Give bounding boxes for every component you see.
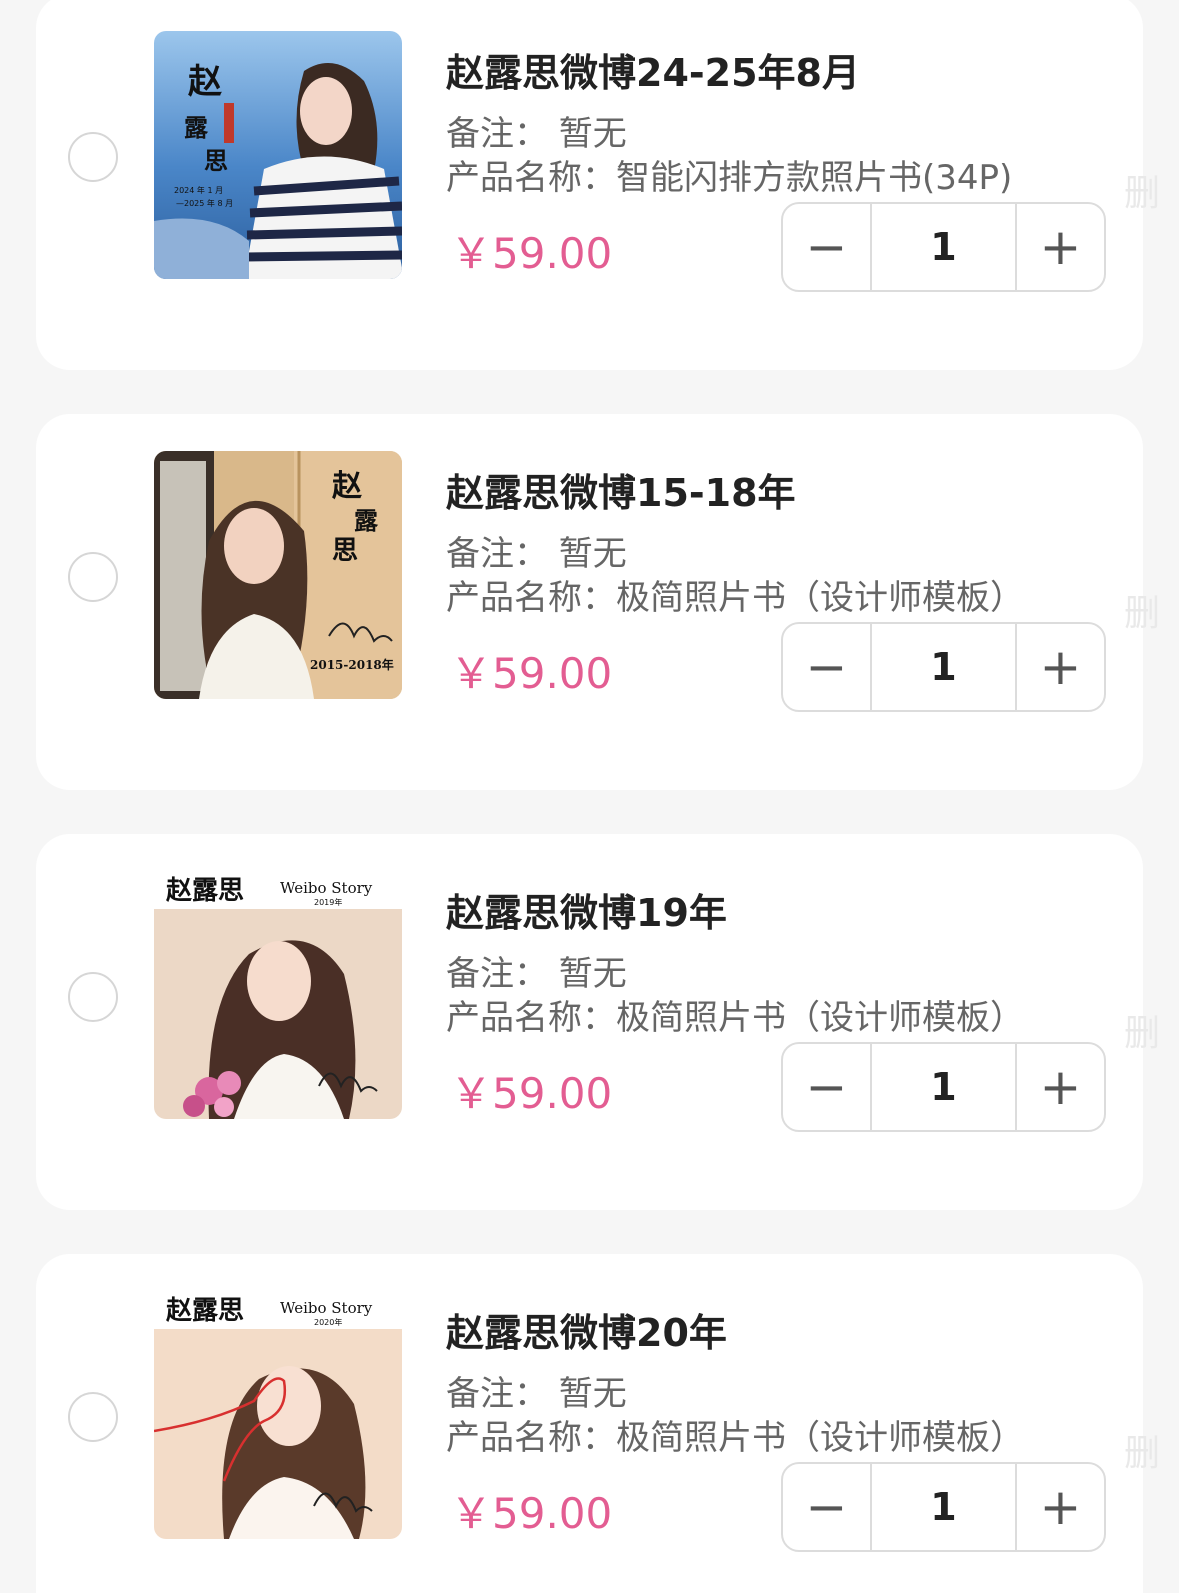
increase-button[interactable]: + [1017,204,1104,290]
cart-item: 赵露思 Weibo Story 2020年 赵露思微博20年 备注： 暂无 产品… [36,1254,1160,1593]
remark-text: 备注： 暂无 [446,1374,627,1414]
remark-text: 备注： 暂无 [446,954,627,994]
product-name: 产品名称：极简照片书（设计师模板） [446,578,1024,618]
price: ￥59.00 [450,1069,613,1118]
cover-date: 2015-2018年 [310,657,394,672]
decrease-button[interactable]: − [783,1464,870,1550]
product-title[interactable]: 赵露思微博15-18年 [446,462,796,517]
cover-date: 2024 年 1 月 [174,185,223,195]
price: ￥59.00 [450,229,613,278]
product-title[interactable]: 赵露思微博19年 [446,882,727,937]
increase-button[interactable]: + [1017,1464,1104,1550]
increase-button[interactable]: + [1017,624,1104,710]
select-radio[interactable] [68,1392,118,1442]
price: ￥59.00 [450,649,613,698]
product-image[interactable]: 赵 露 思 2024 年 1 月 —2025 年 8 月 [154,31,402,279]
cover-title: 赵露思 [165,1296,244,1326]
cover-char: 赵 [188,62,222,102]
cover-char: 赵 [332,469,363,504]
cover-char: 思 [332,536,358,566]
quantity-stepper: − 1 + [781,1042,1106,1132]
cover-subtitle: Weibo Story [280,1299,373,1317]
cart-item: 赵 露 思 2015-2018年 赵露思微博15-18年 备注： 暂无 产品名称… [36,414,1160,790]
product-title[interactable]: 赵露思微博20年 [446,1302,727,1357]
quantity-stepper: − 1 + [781,1462,1106,1552]
cart-list: 赵 露 思 2024 年 1 月 —2025 年 8 月 赵露思微博24-25年… [0,0,1179,1593]
cover-illustration: 赵 露 思 2015-2018年 [154,451,402,699]
product-image[interactable]: 赵露思 Weibo Story 2020年 [154,1291,402,1539]
remark-text: 备注： 暂无 [446,114,627,154]
quantity-value[interactable]: 1 [870,204,1017,290]
cover-char: 露 [354,506,379,535]
cover-subtitle: Weibo Story [280,879,373,897]
delete-action[interactable]: 删 [1124,584,1160,636]
cover-date: 2020年 [314,1317,342,1327]
cover-date: —2025 年 8 月 [176,198,233,208]
cover-illustration: 赵 露 思 2024 年 1 月 —2025 年 8 月 [154,31,402,279]
delete-action[interactable]: 删 [1124,164,1160,216]
increase-button[interactable]: + [1017,1044,1104,1130]
product-name: 产品名称：智能闪排方款照片书(34P) [446,158,1013,198]
product-image[interactable]: 赵露思 Weibo Story 2019年 [154,871,402,1119]
product-name: 产品名称：极简照片书（设计师模板） [446,998,1024,1038]
select-radio[interactable] [68,972,118,1022]
price: ￥59.00 [450,1489,613,1538]
quantity-stepper: − 1 + [781,622,1106,712]
quantity-value[interactable]: 1 [870,624,1017,710]
decrease-button[interactable]: − [783,1044,870,1130]
quantity-value[interactable]: 1 [870,1044,1017,1130]
cart-item: 赵露思 Weibo Story 2019年 赵露思微博19年 备注： 暂无 产品… [36,834,1160,1210]
cover-char: 露 [184,113,209,142]
cover-illustration: 赵露思 Weibo Story 2020年 [154,1291,402,1539]
cart-item: 赵 露 思 2024 年 1 月 —2025 年 8 月 赵露思微博24-25年… [36,0,1160,370]
select-radio[interactable] [68,552,118,602]
select-radio[interactable] [68,132,118,182]
remark-text: 备注： 暂无 [446,534,627,574]
delete-action[interactable]: 删 [1124,1424,1160,1476]
delete-action[interactable]: 删 [1124,1004,1160,1056]
cover-date: 2019年 [314,897,342,907]
quantity-value[interactable]: 1 [870,1464,1017,1550]
product-title[interactable]: 赵露思微博24-25年8月 [446,42,860,97]
decrease-button[interactable]: − [783,624,870,710]
product-name: 产品名称：极简照片书（设计师模板） [446,1418,1024,1458]
cover-illustration: 赵露思 Weibo Story 2019年 [154,871,402,1119]
product-image[interactable]: 赵 露 思 2015-2018年 [154,451,402,699]
decrease-button[interactable]: − [783,204,870,290]
cover-title: 赵露思 [165,876,244,906]
cover-char: 思 [204,146,228,175]
quantity-stepper: − 1 + [781,202,1106,292]
